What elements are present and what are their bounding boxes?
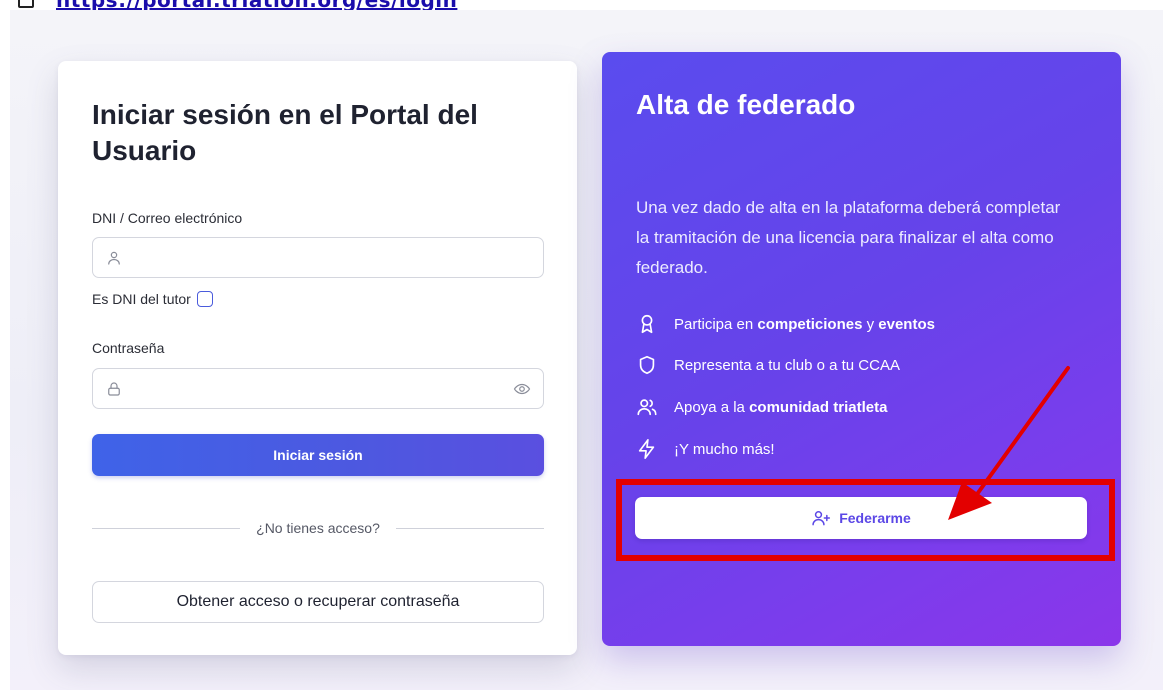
feature-text: Representa a tu club o a tu CCAA <box>674 356 900 374</box>
password-input-wrapper <box>92 368 544 409</box>
login-card: Iniciar sesión en el Portal del Usuario … <box>58 61 577 655</box>
feature-item-more: ¡Y mucho más! <box>636 438 775 460</box>
feature-item-represent: Representa a tu club o a tu CCAA <box>636 354 900 376</box>
user-plus-icon <box>812 510 831 526</box>
url-link[interactable]: https://portal.triatlon.org/es/login <box>56 0 457 10</box>
federarme-button[interactable]: Federarme <box>635 497 1087 539</box>
user-input-wrapper <box>92 237 544 278</box>
federado-title: Alta de federado <box>636 89 856 120</box>
feature-text: Participa en competiciones y eventos <box>674 315 935 333</box>
divider-line-left <box>92 527 241 529</box>
login-button[interactable]: Iniciar sesión <box>92 434 544 476</box>
browser-url-bar: https://portal.triatlon.org/es/login <box>0 0 1163 10</box>
divider: ¿No tienes acceso? <box>92 517 545 539</box>
user-label: DNI / Correo electrónico <box>92 210 243 226</box>
federado-card: Alta de federado Una vez dado de alta en… <box>602 52 1121 646</box>
get-access-button[interactable]: Obtener acceso o recuperar contraseña <box>92 581 544 623</box>
user-icon <box>108 251 120 265</box>
eye-icon[interactable] <box>513 380 531 398</box>
page-background: Iniciar sesión en el Portal del Usuario … <box>10 10 1163 690</box>
tutor-label: Es DNI del tutor <box>92 291 191 307</box>
users-icon <box>637 399 657 416</box>
feature-text: Apoya a la comunidad triatleta <box>674 398 888 416</box>
federado-description: Una vez dado de alta en la plataforma de… <box>636 198 1061 277</box>
user-input[interactable] <box>133 238 513 277</box>
password-input[interactable] <box>133 369 513 408</box>
tutor-row: Es DNI del tutor <box>92 291 213 307</box>
document-icon <box>18 0 34 8</box>
divider-line-right <box>395 527 545 529</box>
zap-icon <box>638 439 655 459</box>
feature-item-community: Apoya a la comunidad triatleta <box>636 396 887 418</box>
federarme-label: Federarme <box>839 510 911 526</box>
tutor-checkbox[interactable] <box>196 291 213 307</box>
divider-text: ¿No tienes acceso? <box>256 520 380 536</box>
login-title: Iniciar sesión en el Portal del Usuario <box>92 99 478 166</box>
shield-icon <box>639 355 655 375</box>
lock-icon <box>108 382 120 396</box>
feature-text: ¡Y mucho más! <box>674 440 775 458</box>
password-label: Contraseña <box>92 340 165 356</box>
feature-item-competitions: Participa en competiciones y eventos <box>636 313 935 335</box>
award-icon <box>641 314 653 334</box>
